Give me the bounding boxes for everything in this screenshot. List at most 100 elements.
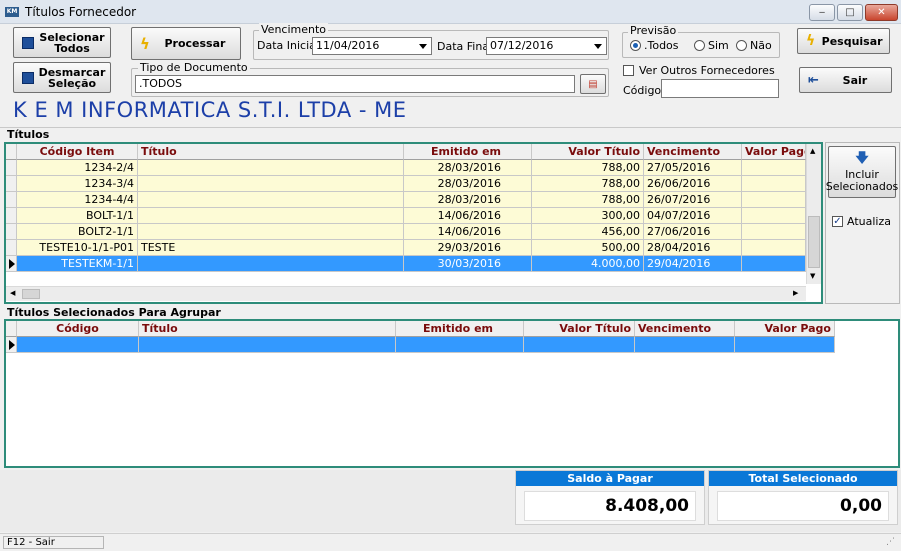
- titulos-vertical-scrollbar[interactable]: ▲ ▼: [806, 144, 821, 284]
- cell-vencimento[interactable]: [635, 337, 735, 353]
- cell-vencimento[interactable]: 29/04/2016: [644, 256, 742, 272]
- cell-codigo[interactable]: [17, 337, 139, 353]
- atualiza-checkbox[interactable]: ✓: [832, 216, 843, 227]
- tipo-documento-lookup-button[interactable]: ▤: [580, 74, 606, 94]
- col-header-titulo[interactable]: Título: [139, 321, 396, 337]
- tipo-documento-field[interactable]: .TODOS: [135, 75, 575, 93]
- cell-codigo-item[interactable]: BOLT2-1/1: [17, 224, 138, 240]
- deselect-button[interactable]: Desmarcar Seleção: [13, 62, 111, 93]
- cell-valor-pago[interactable]: [742, 256, 806, 272]
- col-header-vencimento[interactable]: Vencimento: [644, 144, 742, 160]
- cell-valor[interactable]: 456,00: [532, 224, 644, 240]
- cell-emitido[interactable]: [396, 337, 524, 353]
- cell-codigo-item[interactable]: BOLT-1/1: [17, 208, 138, 224]
- col-header-valor-pago[interactable]: Valor Pago: [742, 144, 806, 160]
- titulos-grid[interactable]: Código Item Título Emitido em Valor Títu…: [4, 142, 823, 304]
- atualiza-check[interactable]: ✓ Atualiza: [832, 215, 891, 228]
- cell-valor[interactable]: 500,00: [532, 240, 644, 256]
- cell-codigo-item[interactable]: 1234-4/4: [17, 192, 138, 208]
- start-date-dropdown-icon[interactable]: [419, 44, 427, 49]
- cell-vencimento[interactable]: 26/07/2016: [644, 192, 742, 208]
- cell-titulo[interactable]: [138, 192, 404, 208]
- cell-valor-pago[interactable]: [742, 208, 806, 224]
- end-date-field[interactable]: 07/12/2016: [486, 37, 607, 55]
- cell-vencimento[interactable]: 26/06/2016: [644, 176, 742, 192]
- radio-todos-circle[interactable]: [630, 40, 641, 51]
- start-date-field[interactable]: 11/04/2016: [312, 37, 432, 55]
- titulos-row[interactable]: BOLT-1/1 14/06/2016 300,00 04/07/2016: [6, 208, 806, 224]
- radio-sim[interactable]: Sim: [694, 39, 729, 52]
- cell-emitido[interactable]: 30/03/2016: [404, 256, 532, 272]
- cell-vencimento[interactable]: 28/04/2016: [644, 240, 742, 256]
- process-button[interactable]: ϟ Processar: [131, 27, 241, 60]
- scroll-thumb-vertical[interactable]: [808, 216, 820, 268]
- codigo-field[interactable]: [661, 79, 779, 98]
- cell-emitido[interactable]: 28/03/2016: [404, 160, 532, 176]
- cell-valor[interactable]: 300,00: [532, 208, 644, 224]
- col-header-valor[interactable]: Valor Título: [524, 321, 635, 337]
- titulos-row[interactable]: TESTE10-1/1-P01 TESTE 29/03/2016 500,00 28/0…: [6, 240, 806, 256]
- col-header-codigo-item[interactable]: Código Item: [17, 144, 138, 160]
- outros-fornecedores-checkbox[interactable]: [623, 65, 634, 76]
- outros-fornecedores-check[interactable]: Ver Outros Fornecedores: [623, 64, 775, 77]
- col-header-valor-pago[interactable]: Valor Pago: [735, 321, 835, 337]
- titulos-horizontal-scrollbar[interactable]: ◀ ▶: [6, 286, 806, 301]
- col-header-codigo[interactable]: Código: [17, 321, 139, 337]
- cell-vencimento[interactable]: 27/06/2016: [644, 224, 742, 240]
- agrupar-grid[interactable]: Código Título Emitido em Valor Título Ve…: [4, 319, 900, 468]
- maximize-button[interactable]: □: [837, 4, 863, 21]
- col-header-valor[interactable]: Valor Título: [532, 144, 644, 160]
- agrupar-empty-row[interactable]: [6, 337, 835, 353]
- cell-emitido[interactable]: 28/03/2016: [404, 192, 532, 208]
- scroll-right-icon[interactable]: ▶: [793, 289, 798, 297]
- cell-titulo[interactable]: [138, 208, 404, 224]
- cell-vencimento[interactable]: 27/05/2016: [644, 160, 742, 176]
- scroll-up-icon[interactable]: ▲: [810, 147, 815, 155]
- cell-valor-pago[interactable]: [742, 176, 806, 192]
- radio-sim-circle[interactable]: [694, 40, 705, 51]
- scroll-left-icon[interactable]: ◀: [10, 289, 15, 297]
- cell-titulo[interactable]: [138, 176, 404, 192]
- cell-valor-pago[interactable]: [742, 160, 806, 176]
- cell-valor-pago[interactable]: [742, 240, 806, 256]
- cell-titulo[interactable]: [138, 224, 404, 240]
- col-header-vencimento[interactable]: Vencimento: [635, 321, 735, 337]
- cell-valor[interactable]: 788,00: [532, 160, 644, 176]
- minimize-button[interactable]: ‒: [809, 4, 835, 21]
- cell-codigo-item[interactable]: 1234-3/4: [17, 176, 138, 192]
- include-selected-button[interactable]: 🡇 Incluir Selecionados: [826, 146, 898, 198]
- exit-button[interactable]: ⇤ Sair: [799, 67, 892, 93]
- cell-valor[interactable]: 788,00: [532, 192, 644, 208]
- cell-valor[interactable]: 788,00: [532, 176, 644, 192]
- cell-titulo[interactable]: [138, 256, 404, 272]
- cell-valor[interactable]: 4.000,00: [532, 256, 644, 272]
- col-header-titulo[interactable]: Título: [138, 144, 404, 160]
- cell-valor-pago[interactable]: [742, 192, 806, 208]
- radio-nao[interactable]: Não: [736, 39, 772, 52]
- col-header-emitido[interactable]: Emitido em: [396, 321, 524, 337]
- titulos-row[interactable]: BOLT2-1/1 14/06/2016 456,00 27/06/2016: [6, 224, 806, 240]
- radio-nao-circle[interactable]: [736, 40, 747, 51]
- cell-valor[interactable]: [524, 337, 635, 353]
- cell-titulo[interactable]: [138, 160, 404, 176]
- cell-valor-pago[interactable]: [735, 337, 835, 353]
- cell-emitido[interactable]: 28/03/2016: [404, 176, 532, 192]
- cell-codigo-item[interactable]: 1234-2/4: [17, 160, 138, 176]
- titulos-row[interactable]: 1234-4/4 28/03/2016 788,00 26/07/2016: [6, 192, 806, 208]
- cell-codigo-item[interactable]: TESTE10-1/1-P01: [17, 240, 138, 256]
- titulos-row[interactable]: 1234-3/4 28/03/2016 788,00 26/06/2016: [6, 176, 806, 192]
- select-all-button[interactable]: Selecionar Todos: [13, 27, 111, 58]
- cell-codigo-item[interactable]: TESTEKM-1/1: [17, 256, 138, 272]
- cell-vencimento[interactable]: 04/07/2016: [644, 208, 742, 224]
- scroll-thumb-horizontal[interactable]: [22, 289, 40, 299]
- cell-emitido[interactable]: 29/03/2016: [404, 240, 532, 256]
- search-button[interactable]: ϟ Pesquisar: [797, 28, 890, 54]
- resize-grip-icon[interactable]: ⋰: [886, 537, 895, 547]
- cell-valor-pago[interactable]: [742, 224, 806, 240]
- radio-todos[interactable]: .Todos: [630, 39, 679, 52]
- cell-emitido[interactable]: 14/06/2016: [404, 208, 532, 224]
- cell-emitido[interactable]: 14/06/2016: [404, 224, 532, 240]
- titulos-row[interactable]: 1234-2/4 28/03/2016 788,00 27/05/2016: [6, 160, 806, 176]
- close-button[interactable]: ✕: [865, 4, 898, 21]
- cell-titulo[interactable]: TESTE: [138, 240, 404, 256]
